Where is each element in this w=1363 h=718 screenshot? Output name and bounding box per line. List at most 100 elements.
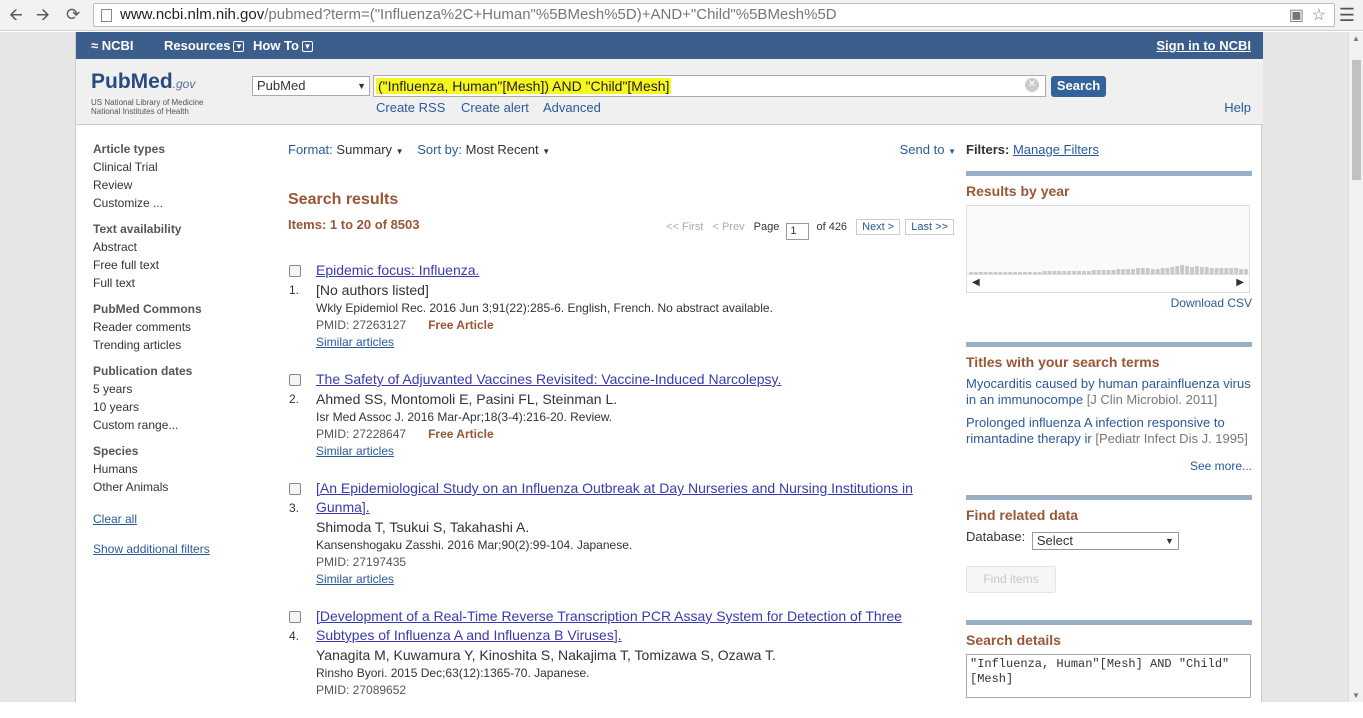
filter-item[interactable]: 10 years <box>93 400 263 414</box>
back-arrow-icon[interactable]: 🡨 <box>9 6 23 24</box>
caret-down-icon: ▼ <box>948 147 956 156</box>
sign-in-link[interactable]: Sign in to NCBI <box>1156 38 1251 53</box>
result-authors: [No authors listed] <box>316 282 429 298</box>
result-title-link[interactable]: [An Epidemiological Study on an Influenz… <box>316 479 956 517</box>
format-control[interactable]: Format: Summary ▼ <box>288 142 404 157</box>
similar-articles-link[interactable]: Similar articles <box>316 444 956 458</box>
scroll-thumb[interactable] <box>1352 60 1361 180</box>
show-filters-link[interactable]: Show additional filters <box>93 542 263 556</box>
filter-item[interactable]: Full text <box>93 276 263 290</box>
help-link[interactable]: Help <box>1224 100 1251 115</box>
results-by-year-chart[interactable]: ◀ ▶ <box>966 205 1250 293</box>
clear-icon[interactable]: ✕ <box>1025 78 1039 92</box>
related-database-select[interactable]: Select ▼ <box>1031 532 1179 550</box>
find-items-button[interactable]: Find items <box>966 566 1056 593</box>
result-checkbox[interactable] <box>289 265 301 277</box>
filter-item[interactable]: Review <box>93 178 263 192</box>
filter-group-title: Publication dates <box>93 364 193 378</box>
page-total: of 426 <box>816 221 848 233</box>
filter-sidebar: Article types Clinical Trial Review Customi… <box>93 142 263 556</box>
result-authors: Yanagita M, Kuwamura Y, Kinoshita S, Nak… <box>316 647 776 663</box>
last-page-button[interactable]: Last >> <box>905 219 954 235</box>
page-scrollbar[interactable]: ▲ ▼ <box>1348 32 1363 702</box>
chevron-down-icon: ▼ <box>301 41 313 52</box>
forward-arrow-icon[interactable]: 🡪 <box>36 6 50 24</box>
create-rss-link[interactable]: Create RSS <box>376 100 445 115</box>
result-title-link[interactable]: Epidemic focus: Influenza. <box>316 261 956 280</box>
result-number: 4. <box>289 629 300 643</box>
titles-heading: Titles with your search terms <box>966 354 1160 370</box>
search-input[interactable]: ("Influenza, Human"[Mesh]) AND "Child"[M… <box>373 75 1046 97</box>
resources-menu[interactable]: Resources ▼ <box>164 38 245 53</box>
filter-item[interactable]: Customize ... <box>93 196 263 210</box>
create-alert-link[interactable]: Create alert <box>461 100 529 115</box>
filter-item[interactable]: Clinical Trial <box>93 160 263 174</box>
pubmed-logo[interactable]: PubMed.gov US National Library of Medici… <box>91 70 204 116</box>
search-details-textarea[interactable]: "Influenza, Human"[Mesh] AND "Child"[Mes… <box>966 654 1251 698</box>
bookmark-star-icon[interactable]: ☆ <box>1312 5 1326 26</box>
url-path: /pubmed?term=("Influenza%2C+Human"%5BMes… <box>264 6 837 23</box>
scroll-right-icon[interactable]: ▶ <box>1236 277 1244 288</box>
sort-control[interactable]: Sort by: Most Recent ▼ <box>417 142 550 157</box>
filter-item[interactable]: Reader comments <box>93 320 263 334</box>
titles-section: Titles with your search terms Myocarditi… <box>966 342 1252 473</box>
results-by-year-heading: Results by year <box>966 183 1070 199</box>
advanced-link[interactable]: Advanced <box>543 100 601 115</box>
result-title-link[interactable]: The Safety of Adjuvanted Vaccines Revisi… <box>316 370 956 389</box>
similar-articles-link[interactable]: Similar articles <box>316 572 956 586</box>
year-bar <box>1195 266 1199 274</box>
logo-subtitle-1: US National Library of Medicine <box>91 98 204 107</box>
clear-all-link[interactable]: Clear all <box>93 512 263 526</box>
result-pmid-row: PMID: 27263127 Free Article <box>316 318 956 332</box>
dropdown-arrow-icon: ▼ <box>357 81 366 91</box>
result-title-link[interactable]: [Development of a Real-Time Reverse Tran… <box>316 607 956 645</box>
filter-item[interactable]: Other Animals <box>93 480 263 494</box>
download-csv-link[interactable]: Download CSV <box>966 296 1252 310</box>
filter-group: PubMed Commons Reader comments Trending ar… <box>93 302 263 352</box>
filter-item[interactable]: Custom range... <box>93 418 263 432</box>
chart-scroller[interactable]: ◀ ▶ <box>967 274 1249 292</box>
filter-item[interactable]: Trending articles <box>93 338 263 352</box>
see-more-link[interactable]: See more... <box>966 459 1252 473</box>
ncbi-bar: ≈ NCBI Resources ▼ How To ▼ Sign in to NCB… <box>76 32 1263 59</box>
filter-group-title: Species <box>93 444 139 458</box>
result-checkbox[interactable] <box>289 611 301 623</box>
scroll-left-icon[interactable]: ◀ <box>972 277 980 288</box>
result-citation: Kansenshogaku Zasshi. 2016 Mar;90(2):99-… <box>316 538 633 552</box>
dna-icon: ≈ <box>91 38 99 53</box>
translate-icon[interactable]: ▣ <box>1289 5 1304 26</box>
result-checkbox[interactable] <box>289 483 301 495</box>
scroll-up-icon[interactable]: ▲ <box>1352 34 1360 43</box>
howto-menu[interactable]: How To ▼ <box>253 38 313 53</box>
filter-item[interactable]: Humans <box>93 462 263 476</box>
next-page-button[interactable]: Next > <box>856 219 901 235</box>
search-button[interactable]: Search <box>1051 76 1106 97</box>
caret-down-icon: ▼ <box>395 147 404 156</box>
result-list: 1. Epidemic focus: Influenza. [No authors … <box>288 261 956 697</box>
prev-page-button[interactable]: < Prev <box>712 221 744 233</box>
filters-label: Filters: <box>966 142 1010 157</box>
database-select[interactable]: PubMed ▼ <box>252 76 370 96</box>
manage-filters-link[interactable]: Manage Filters <box>1013 142 1099 157</box>
page-input[interactable]: 1 <box>786 223 810 240</box>
year-bar <box>1185 266 1189 274</box>
menu-icon[interactable]: ☰ <box>1339 5 1355 26</box>
similar-articles-link[interactable]: Similar articles <box>316 335 956 349</box>
first-page-button[interactable]: << First <box>666 221 703 233</box>
result-pmid-row: PMID: 27197435 <box>316 555 956 569</box>
page-label: Page <box>753 221 780 233</box>
ncbi-logo[interactable]: ≈ NCBI <box>91 38 134 53</box>
database-label: Database: <box>966 529 1026 544</box>
scroll-down-icon[interactable]: ▼ <box>1352 691 1360 700</box>
related-title-link[interactable]: Myocarditis caused by human parainfluenz… <box>966 376 1252 408</box>
filter-item[interactable]: 5 years <box>93 382 263 396</box>
send-to-menu[interactable]: Send to ▼ <box>900 142 956 157</box>
filter-item[interactable]: Abstract <box>93 240 263 254</box>
result-authors: Ahmed SS, Montomoli E, Pasini FL, Steinm… <box>316 391 618 407</box>
reload-icon[interactable]: ⟳ <box>66 6 80 24</box>
filter-item[interactable]: Free full text <box>93 258 263 272</box>
address-bar[interactable]: www.ncbi.nlm.nih.gov/pubmed?term=("Influ… <box>93 3 1335 27</box>
year-bar <box>1170 267 1175 274</box>
related-title-link[interactable]: Prolonged influenza A infection responsi… <box>966 415 1252 447</box>
result-checkbox[interactable] <box>289 374 301 386</box>
